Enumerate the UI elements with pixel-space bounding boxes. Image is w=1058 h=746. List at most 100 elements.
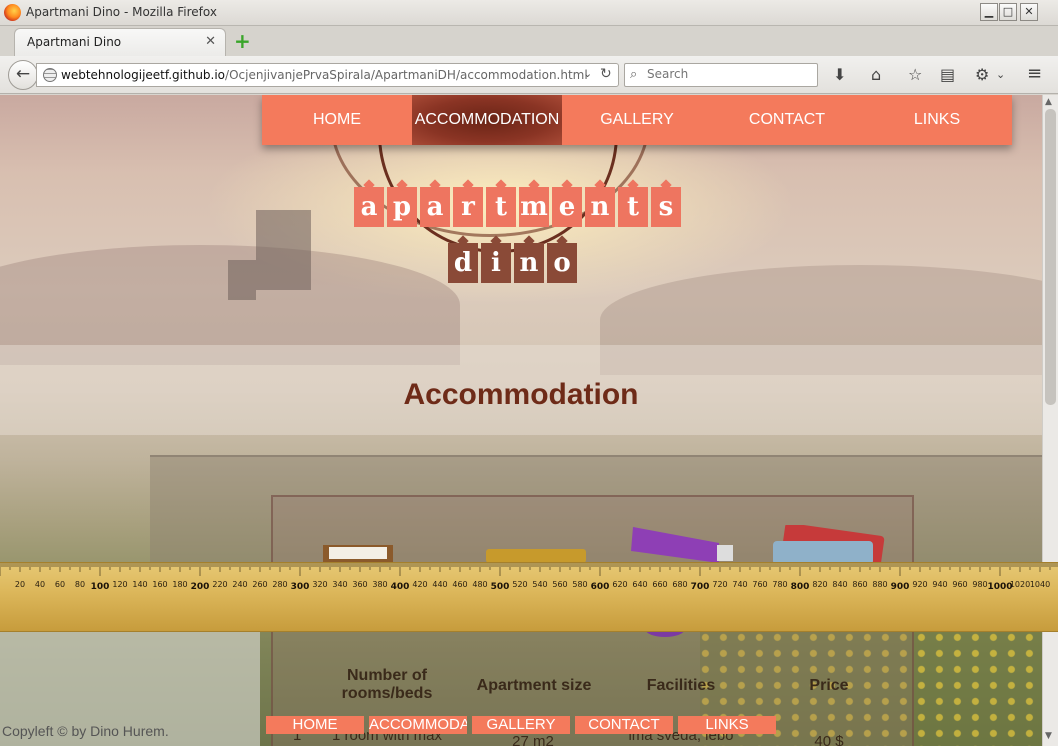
scroll-thumb[interactable] xyxy=(1045,109,1056,405)
ruler-label: 460 xyxy=(452,580,467,589)
logo-letter-tag: n xyxy=(514,243,544,283)
ruler-major-label: 200 xyxy=(191,582,210,592)
ruler-major-label: 900 xyxy=(891,582,910,592)
ruler-label: 760 xyxy=(752,580,767,589)
cell-size: 27 m2 xyxy=(512,733,554,746)
extension-icon[interactable]: ⚙ xyxy=(975,65,989,84)
tab-apartmani-dino[interactable]: Apartmani Dino ✕ xyxy=(14,28,226,56)
ruler-label: 940 xyxy=(932,580,947,589)
menu-item-links[interactable]: LINKS xyxy=(862,95,1012,145)
window-titlebar: Apartmani Dino - Mozilla Firefox ▁ □ ✕ xyxy=(0,0,1058,26)
tab-close-icon[interactable]: ✕ xyxy=(205,34,216,49)
logo-letter-tag: m xyxy=(519,187,549,227)
ruler-major-label: 100 xyxy=(91,582,110,592)
ruler-label: 640 xyxy=(632,580,647,589)
ruler-label: 280 xyxy=(272,580,287,589)
logo-letter-tag: r xyxy=(453,187,483,227)
cell-price: 40 $ xyxy=(814,733,844,746)
ruler-label: 520 xyxy=(512,580,527,589)
ruler-label: 340 xyxy=(332,580,347,589)
url-text[interactable]: webtehnologijeetf.github.io/Ocjenjivanje… xyxy=(61,68,588,82)
reading-list-icon[interactable]: ▤ xyxy=(940,65,955,84)
logo-word-dino: dino xyxy=(448,243,580,283)
search-input[interactable] xyxy=(647,67,807,81)
url-history-dropdown-icon[interactable]: ⌄ xyxy=(583,67,592,80)
ruler-label: 20 xyxy=(15,580,25,589)
reload-icon[interactable]: ↻ xyxy=(600,66,612,82)
window-title: Apartmani Dino - Mozilla Firefox xyxy=(26,5,217,19)
ruler-label: 160 xyxy=(152,580,167,589)
ruler-scale: 20 40 60 80 120 140 160 180 220 240 260 280 320 340 36… xyxy=(0,563,1058,592)
apartments-dino-logo: apartments dino xyxy=(330,95,710,315)
ruler-label: 660 xyxy=(652,580,667,589)
page-heading: Accommodation xyxy=(403,378,639,411)
menu-item-gallery[interactable]: GALLERY xyxy=(562,95,712,145)
ruler-label: 540 xyxy=(532,580,547,589)
logo-letter-tag: e xyxy=(552,187,582,227)
scroll-up-arrow-icon[interactable]: ▲ xyxy=(1045,97,1052,107)
toothpaste-icon xyxy=(631,527,733,563)
logo-letter-tag: t xyxy=(486,187,516,227)
ruler-label: 120 xyxy=(112,580,127,589)
copyleft-footer: Copyleft © by Dino Hurem. xyxy=(2,723,169,739)
footer-menu-item-links[interactable]: LINKS xyxy=(678,716,776,734)
ruler-label: 1020 xyxy=(1010,580,1030,589)
vertical-scrollbar[interactable]: ▲ ▼ xyxy=(1042,95,1058,746)
ruler-label: 380 xyxy=(372,580,387,589)
tab-strip: Apartmani Dino ✕ + xyxy=(0,26,1058,56)
new-tab-button[interactable]: + xyxy=(234,29,251,53)
home-icon[interactable]: ⌂ xyxy=(871,65,881,84)
menu-item-accommodation[interactable]: ACCOMMODATION xyxy=(412,95,562,145)
scroll-down-arrow-icon[interactable]: ▼ xyxy=(1045,731,1052,741)
footer-menu-item-gallery[interactable]: GALLERY xyxy=(472,716,570,734)
ruler-label: 860 xyxy=(852,580,867,589)
download-icon[interactable]: ⬇ xyxy=(833,65,846,84)
ruler-label: 360 xyxy=(352,580,367,589)
credit-card-icon xyxy=(773,525,885,565)
maximize-button[interactable]: □ xyxy=(999,3,1017,21)
footer-menu-item-contact[interactable]: CONTACT xyxy=(575,716,673,734)
menu-item-home[interactable]: HOME xyxy=(262,95,412,145)
ruler-label: 420 xyxy=(412,580,427,589)
bookmark-star-icon[interactable]: ☆ xyxy=(908,65,922,84)
ruler-label: 720 xyxy=(712,580,727,589)
ruler-major-label: 800 xyxy=(791,582,810,592)
footer-menu: HOME ACCOMMODATION GALLERY CONTACT LINKS xyxy=(266,716,781,734)
ruler-label: 560 xyxy=(552,580,567,589)
ruler-label: 680 xyxy=(672,580,687,589)
menu-item-contact[interactable]: CONTACT xyxy=(712,95,862,145)
ruler-major-label: 500 xyxy=(491,582,510,592)
url-bar[interactable]: webtehnologijeetf.github.io/Ocjenjivanje… xyxy=(36,63,619,87)
tab-title: Apartmani Dino xyxy=(27,35,122,49)
ruler-label: 840 xyxy=(832,580,847,589)
menu-icon[interactable]: ≡ xyxy=(1027,63,1042,84)
search-icon: ⌕ xyxy=(630,67,638,82)
ruler-label: 440 xyxy=(432,580,447,589)
firefox-logo-icon xyxy=(4,4,21,21)
navigation-toolbar: ← webtehnologijeetf.github.io/Ocjenjivan… xyxy=(0,56,1058,94)
ruler-label: 60 xyxy=(55,580,65,589)
logo-word-apartments: apartments xyxy=(354,187,684,227)
minimize-button[interactable]: ▁ xyxy=(980,3,998,21)
main-menu: HOME ACCOMMODATION GALLERY CONTACT LINKS xyxy=(262,95,1012,145)
extension-dropdown-icon[interactable]: ⌄ xyxy=(996,68,1005,81)
ruler-major-label: 300 xyxy=(291,582,310,592)
ruler-label: 740 xyxy=(732,580,747,589)
screen-ruler-overlay[interactable]: 20 40 60 80 120 140 160 180 220 240 260 280 320 340 36… xyxy=(0,562,1058,632)
logo-letter-tag: i xyxy=(481,243,511,283)
back-button[interactable]: ← xyxy=(8,60,38,90)
ruler-label: 960 xyxy=(952,580,967,589)
footer-menu-item-accommodation[interactable]: ACCOMMODATION xyxy=(369,716,467,734)
close-window-button[interactable]: ✕ xyxy=(1020,3,1038,21)
url-path: /OcjenjivanjePrvaSpirala/ApartmaniDH/acc… xyxy=(225,68,588,82)
search-bar[interactable]: ⌕ xyxy=(624,63,818,87)
ruler-label: 240 xyxy=(232,580,247,589)
ruler-major-label: 1000 xyxy=(987,582,1012,592)
footer-menu-item-home[interactable]: HOME xyxy=(266,716,364,734)
ruler-label: 980 xyxy=(972,580,987,589)
ruler-label: 820 xyxy=(812,580,827,589)
site-identity-icon[interactable] xyxy=(43,68,57,82)
header-apartment-size: Apartment size xyxy=(476,677,592,694)
logo-letter-tag: a xyxy=(420,187,450,227)
ruler-major-label: 600 xyxy=(591,582,610,592)
